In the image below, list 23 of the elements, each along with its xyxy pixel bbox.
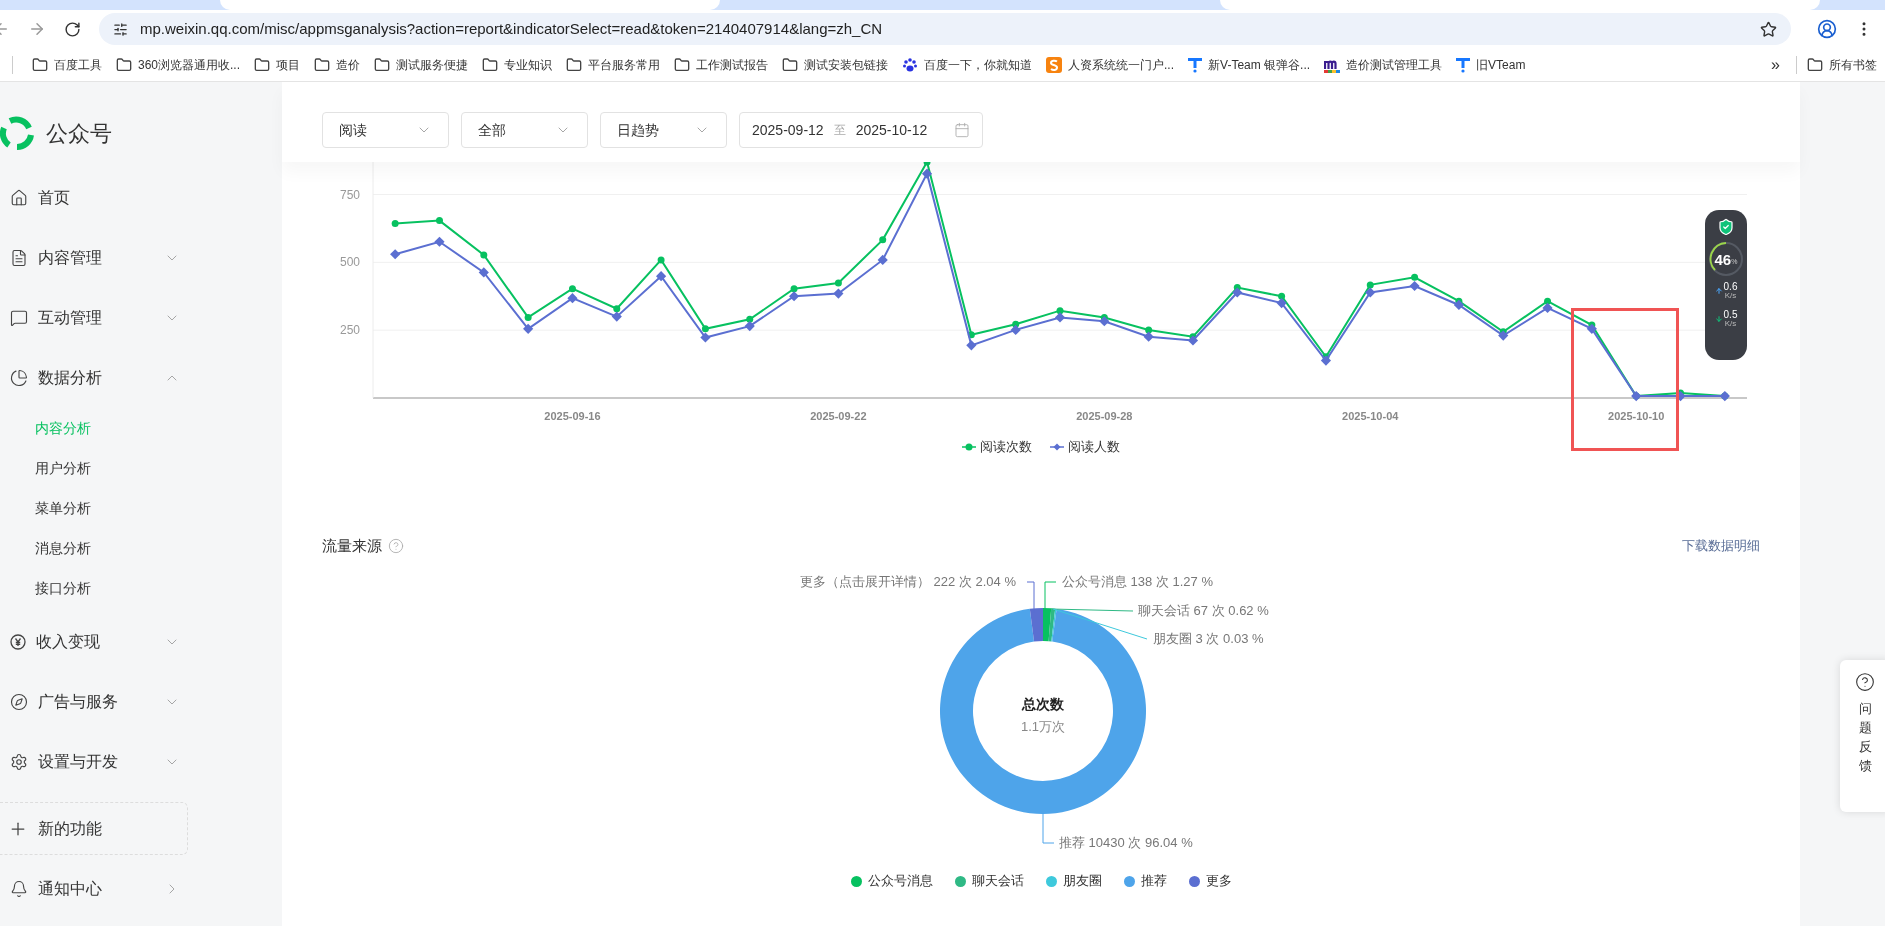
donut-center-value: 1.1万次 [1020, 719, 1066, 734]
axis-label: 2025-10-04 [1342, 410, 1399, 422]
percent-value: 46 [1714, 251, 1732, 267]
axis-label: 750 [339, 187, 360, 202]
slice-label: 公众号消息 138 次 1.27 % [1062, 574, 1213, 589]
slice-label: 朋友圈 3 次 0.03 % [1153, 631, 1264, 646]
axis-label: 2025-09-28 [1076, 410, 1133, 422]
url-text: mp.weixin.qq.com/misc/appmsganalysis?action=report&indicatorSelect=read&token=2140407914&lang=zh_CN [140, 18, 883, 39]
slice-label: 聊天会话 67 次 0.62 % [1138, 603, 1269, 618]
slice-label: 更多（点击展开详情） 222 次 2.04 % [800, 574, 1016, 589]
upload-speed: 0.6 [1723, 282, 1738, 292]
speed-unit: K/s [1724, 320, 1737, 328]
axis-label: 2025-09-22 [810, 410, 867, 422]
slice-label: 推荐 10430 次 96.04 % [1059, 835, 1193, 850]
axis-label: 2025-10-10 [1608, 410, 1665, 422]
section-title: 流量来源 [322, 535, 382, 556]
download-speed: 0.5 [1723, 310, 1738, 320]
donut-center-title: 总次数 [1022, 696, 1064, 712]
axis-label: 500 [339, 255, 360, 270]
speed-unit: K/s [1724, 292, 1737, 300]
axis-label: 250 [339, 323, 360, 338]
brand-title: 公众号 [46, 119, 112, 148]
axis-label: 2025-09-16 [544, 410, 601, 422]
